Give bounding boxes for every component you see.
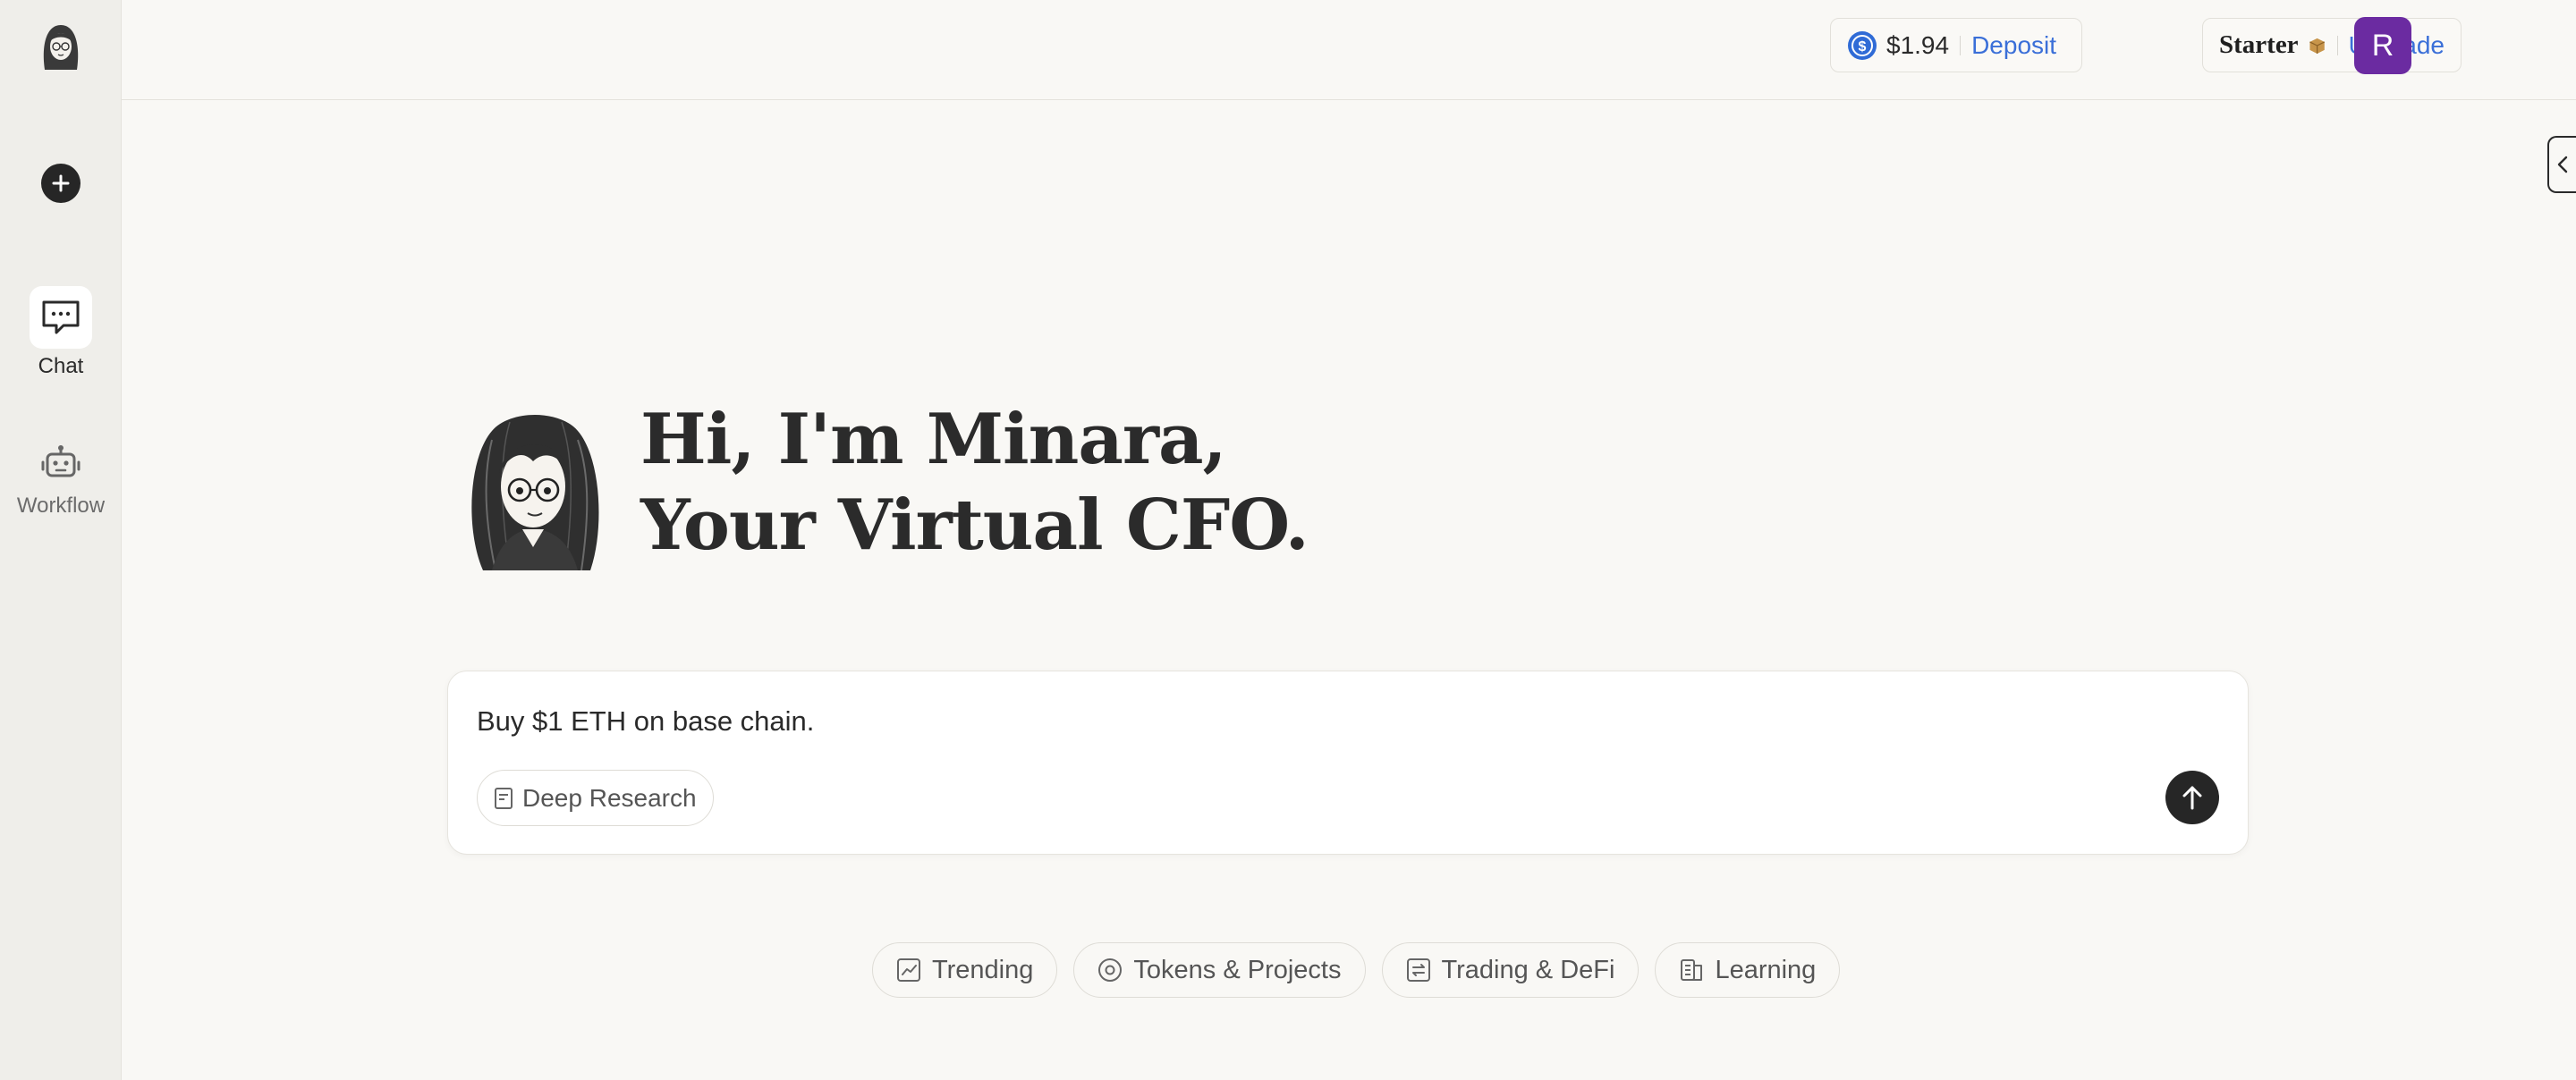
chip-label: Trending [932, 955, 1034, 984]
plan-pill: Starter Upgrade [2202, 18, 2462, 72]
minara-avatar-icon [33, 19, 89, 74]
deep-research-label: Deep Research [522, 783, 697, 812]
book-icon [1681, 959, 1703, 981]
balance-pill: $ $1.94 Deposit [1830, 18, 2082, 72]
sidebar: Chat Workflow [0, 0, 122, 1080]
sidebar-item-chat[interactable]: Chat [0, 286, 122, 379]
hero-title-line1: Hi, I'm Minara, [640, 399, 1227, 480]
workflow-icon-box [30, 438, 92, 488]
arrow-up-icon [2182, 786, 2202, 810]
trend-chart-icon [897, 958, 920, 982]
chat-composer: Deep Research [447, 671, 2249, 855]
balance-amount: $1.94 [1886, 30, 1950, 59]
target-icon [1098, 958, 1123, 982]
minara-logo[interactable] [32, 18, 89, 75]
user-avatar-button[interactable]: R [2354, 17, 2411, 74]
suggestion-trending[interactable]: Trending [872, 942, 1058, 998]
hero-title: Hi, I'm Minara, Your Virtual CFO. [640, 397, 1309, 569]
plus-icon [52, 174, 70, 192]
divider [2336, 35, 2338, 55]
chevron-left-icon [2557, 156, 2568, 173]
chip-label: Learning [1715, 955, 1817, 984]
svg-text:$: $ [1859, 39, 1867, 55]
suggestion-learning[interactable]: Learning [1655, 942, 1841, 998]
chat-icon-box [30, 286, 92, 349]
swap-icon [1406, 958, 1430, 982]
deep-research-button[interactable]: Deep Research [477, 770, 714, 826]
chip-label: Trading & DeFi [1441, 955, 1615, 984]
deposit-link[interactable]: Deposit [1971, 31, 2056, 60]
document-icon [495, 787, 513, 809]
minara-portrait-icon [471, 415, 599, 571]
new-chat-button[interactable] [41, 164, 80, 203]
suggestion-trading-defi[interactable]: Trading & DeFi [1381, 942, 1640, 998]
sidebar-item-label: Workflow [16, 494, 106, 518]
hero-title-line2: Your Virtual CFO. [640, 485, 1309, 566]
minara-portrait [456, 404, 614, 571]
chat-input[interactable] [477, 698, 2176, 745]
robot-icon [41, 445, 80, 477]
sidebar-item-workflow[interactable]: Workflow [0, 438, 122, 519]
suggestion-tokens-projects[interactable]: Tokens & Projects [1073, 942, 1366, 998]
divider [1960, 35, 1962, 55]
chat-bubble-icon [42, 300, 80, 334]
box-icon [2309, 38, 2325, 54]
suggestion-chips: Trending Tokens & Projects Trading & DeF… [872, 942, 1841, 998]
chip-label: Tokens & Projects [1133, 955, 1342, 984]
plan-name: Starter [2219, 30, 2299, 59]
sidebar-item-label: Chat [38, 354, 84, 378]
usdc-coin-icon: $ [1848, 30, 1877, 60]
send-button[interactable] [2165, 771, 2219, 824]
collapse-panel-button[interactable] [2547, 136, 2576, 193]
top-header: $ $1.94 Deposit Starter Upgrade R [122, 0, 2576, 100]
